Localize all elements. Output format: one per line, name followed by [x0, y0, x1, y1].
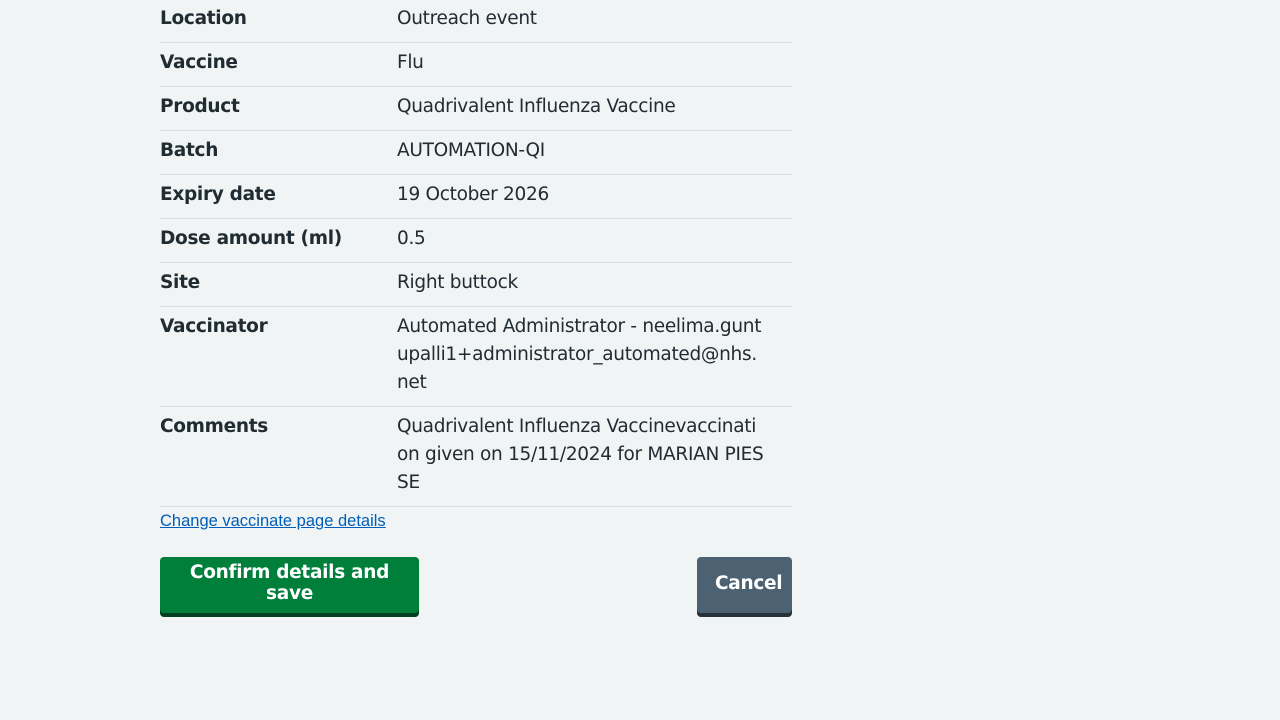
- summary-list: Location Outreach event Vaccine Flu Prod…: [160, 0, 792, 507]
- summary-value: Flu: [397, 52, 424, 73]
- summary-key: Location: [160, 8, 247, 29]
- summary-key: Comments: [160, 416, 269, 437]
- summary-value: Outreach event: [397, 8, 537, 29]
- summary-row-batch: Batch AUTOMATION-QI: [160, 131, 792, 175]
- change-vaccinate-details-link[interactable]: Change vaccinate page details: [160, 512, 386, 531]
- confirm-and-save-button[interactable]: Confirm details and save: [160, 557, 419, 613]
- summary-row-comments: Comments Quadrivalent Influenza Vaccinev…: [160, 407, 792, 507]
- summary-row-site: Site Right buttock: [160, 263, 792, 307]
- summary-row-vaccinator: Vaccinator Automated Administrator - nee…: [160, 307, 792, 407]
- summary-value: 19 October 2026: [397, 184, 549, 205]
- summary-key: Expiry date: [160, 184, 276, 205]
- form-actions: Confirm details and save Cancel: [160, 557, 792, 617]
- summary-value: Quadrivalent Influenza Vaccine: [397, 96, 676, 117]
- summary-value: Right buttock: [397, 272, 518, 293]
- summary-value: AUTOMATION-QI: [397, 140, 545, 161]
- summary-value: Quadrivalent Influenza Vaccinevaccinatio…: [397, 416, 764, 493]
- summary-row-product: Product Quadrivalent Influenza Vaccine: [160, 87, 792, 131]
- summary-value: 0.5: [397, 228, 426, 249]
- summary-key: Site: [160, 272, 200, 293]
- summary-row-location: Location Outreach event: [160, 0, 792, 43]
- summary-key: Product: [160, 96, 240, 117]
- vaccination-summary: Location Outreach event Vaccine Flu Prod…: [160, 0, 792, 617]
- summary-key: Dose amount (ml): [160, 228, 342, 249]
- summary-value: Automated Administrator - neelima.guntup…: [397, 316, 762, 393]
- summary-key: Batch: [160, 140, 219, 161]
- summary-key: Vaccinator: [160, 316, 268, 337]
- summary-row-expiry-date: Expiry date 19 October 2026: [160, 175, 792, 219]
- summary-row-dose-amount: Dose amount (ml) 0.5: [160, 219, 792, 263]
- summary-row-vaccine: Vaccine Flu: [160, 43, 792, 87]
- summary-key: Vaccine: [160, 52, 238, 73]
- cancel-button[interactable]: Cancel: [697, 557, 792, 613]
